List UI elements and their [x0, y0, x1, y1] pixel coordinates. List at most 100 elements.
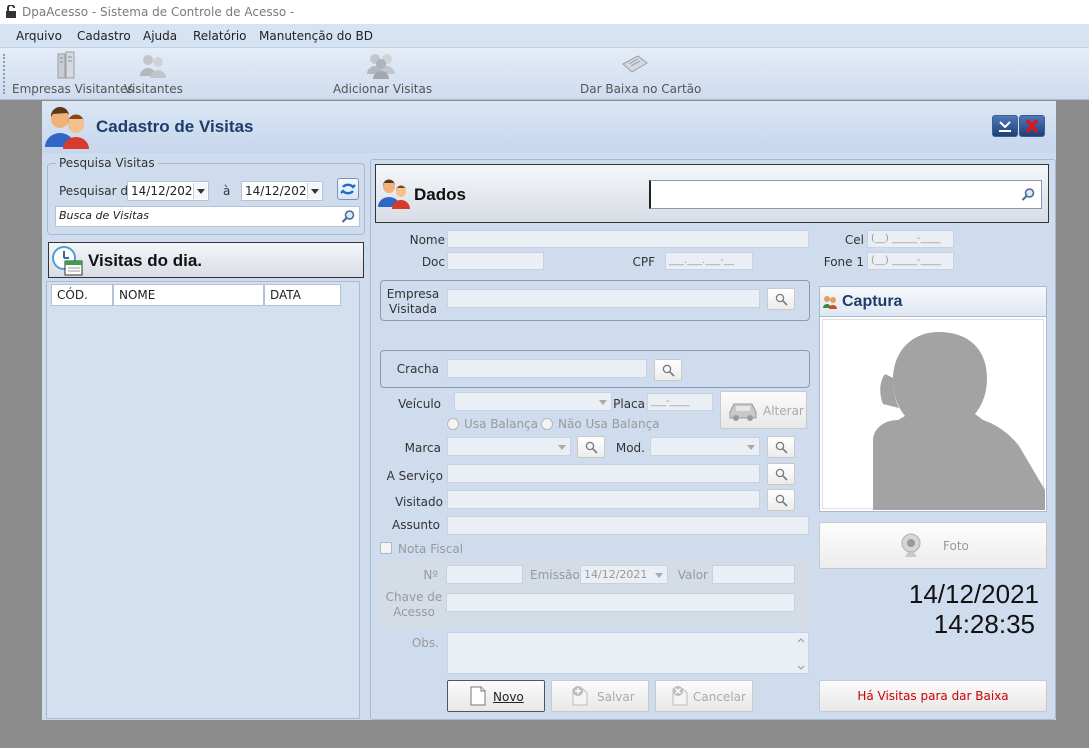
empresa-visitada-field[interactable] [447, 289, 760, 308]
date-to-picker[interactable]: 14/12/2021 [241, 181, 323, 201]
a-servico-label: A Serviço [386, 469, 443, 483]
visitas-do-dia-title: Visitas do dia. [88, 251, 203, 270]
window-titlebar: DpaAcesso - Sistema de Controle de Acess… [0, 0, 1089, 24]
dados-search-input[interactable] [649, 180, 1042, 209]
nota-fiscal-group: Nº Emissão 14/12/2021 Valor Chave de Ace… [380, 559, 810, 628]
marca-select[interactable] [447, 437, 571, 456]
captura-title: Captura [842, 293, 903, 310]
cracha-field[interactable] [447, 359, 647, 378]
chevron-down-icon[interactable] [307, 183, 321, 199]
fone1-field[interactable]: (__) _____-____ [867, 252, 954, 270]
search-icon [775, 468, 788, 481]
visitors-icon [378, 179, 410, 209]
add-people-icon [366, 54, 395, 79]
cancelar-label: Cancelar [693, 690, 746, 704]
nota-fiscal-checkbox[interactable] [380, 542, 392, 554]
busca-visitas-input[interactable]: Busca de Visitas [55, 206, 360, 227]
menu-cadastro[interactable]: Cadastro [77, 29, 131, 43]
chevron-down-icon [999, 121, 1011, 132]
a-servico-search-button[interactable] [767, 463, 795, 485]
visitado-search-button[interactable] [767, 489, 795, 511]
novo-label: Novo [493, 690, 524, 704]
refresh-button[interactable] [337, 178, 359, 200]
visitado-field[interactable] [447, 490, 760, 509]
pesquisa-visitas-group: Pesquisa Visitas Pesquisar de 14/12/2021… [47, 156, 365, 235]
col-header-cod[interactable]: CÓD. [51, 284, 113, 306]
buildings-icon [57, 51, 75, 79]
cpf-field[interactable]: ___.___.___-__ [665, 252, 753, 270]
marca-label: Marca [404, 441, 441, 455]
people-icon [823, 296, 837, 309]
scrollbar[interactable] [796, 636, 806, 672]
salvar-label: Salvar [597, 690, 635, 704]
photo-placeholder [822, 319, 1045, 510]
empresas-visitantes-button[interactable]: Empresas Visitantes [12, 48, 133, 100]
obs-label: Obs. [411, 636, 439, 650]
modelo-search-button[interactable] [767, 436, 795, 458]
empresa-visitada-label: Empresa Visitada [386, 287, 440, 316]
chevron-down-icon[interactable] [744, 439, 758, 455]
modelo-select[interactable] [650, 437, 760, 456]
valor-field[interactable] [712, 565, 795, 584]
search-icon [775, 441, 788, 454]
minimize-button[interactable] [992, 115, 1018, 137]
chevron-down-icon[interactable] [652, 567, 666, 583]
adicionar-visitas-button[interactable]: Adicionar Visitas [333, 48, 432, 100]
menu-bar: Arquivo Cadastro Ajuda Relatório Manuten… [0, 24, 1089, 48]
save-icon [572, 686, 588, 706]
marca-search-button[interactable] [577, 436, 605, 458]
empresa-visitada-group: Empresa Visitada [380, 280, 810, 321]
cancelar-button[interactable]: Cancelar [655, 680, 753, 712]
card-icon [622, 55, 648, 73]
visitas-grid[interactable]: CÓD. NOME DATA [46, 281, 360, 719]
toolbar-grip[interactable] [3, 54, 5, 94]
menu-manutencao-bd[interactable]: Manutenção do BD [259, 29, 373, 43]
date-from-picker[interactable]: 14/12/2021 [127, 181, 209, 201]
cadastro-visitas-form: Cadastro de Visitas Pesquisa Visitas Pes… [42, 101, 1056, 720]
visitantes-button[interactable]: Visitantes [124, 48, 183, 100]
a-servico-field[interactable] [447, 464, 760, 483]
search-icon[interactable] [341, 209, 356, 224]
close-button[interactable] [1019, 115, 1045, 137]
menu-arquivo[interactable]: Arquivo [16, 29, 62, 43]
salvar-button[interactable]: Salvar [551, 680, 649, 712]
dar-baixa-label: Dar Baixa no Cartão [580, 82, 702, 96]
doc-field[interactable] [447, 252, 544, 270]
visitors-icon [45, 107, 89, 149]
search-icon [775, 293, 788, 306]
placa-field[interactable]: ___-____ [647, 393, 713, 411]
cancel-icon [672, 686, 688, 706]
col-header-data[interactable]: DATA [264, 284, 341, 306]
foto-button[interactable]: Foto [819, 522, 1047, 569]
usa-balanca-radio[interactable] [447, 418, 459, 430]
alterar-button[interactable]: Alterar [720, 391, 807, 429]
menu-ajuda[interactable]: Ajuda [143, 29, 177, 43]
emissao-date-picker[interactable]: 14/12/2021 [580, 565, 668, 584]
cel-field[interactable]: (__) _____-____ [867, 230, 954, 248]
nome-field[interactable] [447, 230, 809, 248]
chevron-down-icon[interactable] [596, 394, 610, 410]
menu-relatorio[interactable]: Relatório [193, 29, 247, 43]
cracha-search-button[interactable] [654, 359, 682, 381]
col-header-nome[interactable]: NOME [113, 284, 264, 306]
novo-button[interactable]: Novo [447, 680, 545, 712]
visitas-baixa-button[interactable]: Há Visitas para dar Baixa [819, 680, 1047, 712]
pesquisar-de-label: Pesquisar de [59, 184, 136, 198]
assunto-field[interactable] [447, 516, 809, 535]
chave-acesso-field[interactable] [446, 593, 795, 612]
cel-mask: (__) _____-____ [871, 233, 941, 244]
nota-fiscal-label: Nota Fiscal [398, 542, 464, 556]
dados-title: Dados [414, 185, 466, 204]
cpf-mask: ___.___.___-__ [669, 255, 734, 266]
chevron-down-icon[interactable] [193, 183, 207, 199]
veiculo-select[interactable] [454, 392, 612, 411]
obs-textarea[interactable] [447, 632, 809, 674]
nao-usa-balanca-radio[interactable] [541, 418, 553, 430]
search-icon[interactable] [1021, 187, 1036, 202]
refresh-icon [340, 183, 356, 195]
numero-field[interactable] [446, 565, 523, 584]
empresa-search-button[interactable] [767, 288, 795, 310]
dar-baixa-button[interactable]: Dar Baixa no Cartão [580, 48, 702, 100]
chevron-down-icon[interactable] [555, 439, 569, 455]
chave-acesso-label: Chave de Acesso [385, 590, 443, 619]
